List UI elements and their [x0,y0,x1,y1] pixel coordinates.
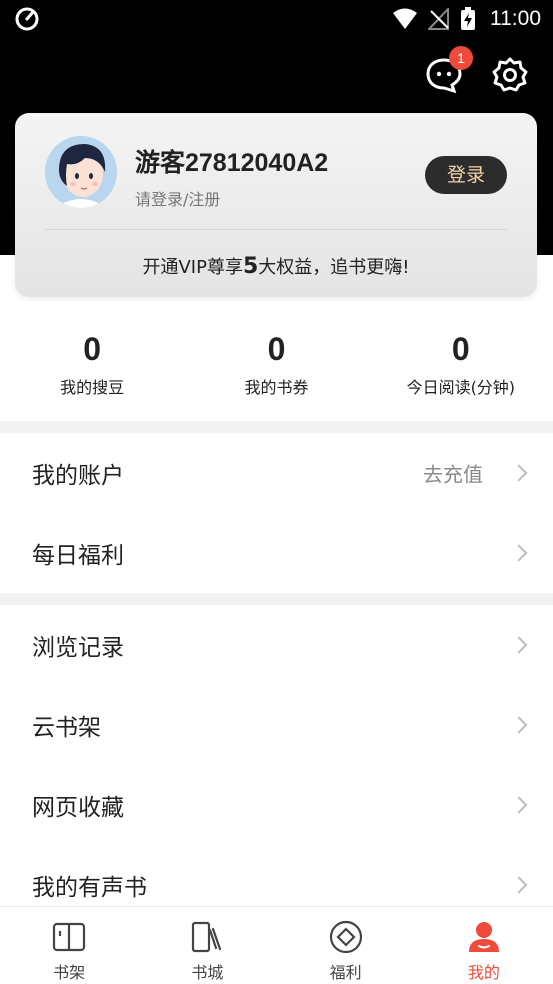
menu-item-browse-history[interactable]: 浏览记录 [0,605,553,685]
loading-icon [15,7,39,31]
login-button[interactable]: 登录 [425,156,507,194]
stat-value: 0 [83,331,102,367]
recharge-link[interactable]: 去充值 [423,459,483,488]
stat-value: 0 [451,331,470,367]
section-separator [0,593,553,605]
chevron-right-icon [510,716,528,734]
chevron-right-icon [510,544,528,562]
section-separator [0,421,553,433]
avatar[interactable] [45,136,117,208]
no-signal-icon [428,8,449,30]
welfare-icon [329,920,362,954]
nav-label: 书城 [191,963,224,982]
menu-item-label: 每日福利 [32,543,124,569]
nav-tab-bookshelf[interactable]: 书架 [0,907,138,984]
stats-row: 0 我的搜豆 0 我的书券 0 今日阅读(分钟) [0,330,553,400]
battery-charging-icon [461,7,475,30]
chevron-right-icon [510,636,528,654]
chevron-right-icon [510,464,528,482]
status-time: 11:00 [490,7,541,30]
vip-promo-prefix: 开通VIP尊享 [142,257,243,278]
bottom-navigation: 书架 书城 福利 我的 [0,906,553,984]
card-divider [45,229,507,230]
settings-button[interactable] [491,56,529,94]
stat-reading-minutes[interactable]: 0 今日阅读(分钟) [369,330,553,400]
menu-item-label: 网页收藏 [32,795,124,821]
login-hint[interactable]: 请登录/注册 [135,186,220,210]
menu-item-audiobooks[interactable]: 我的有声书 [0,845,553,906]
profile-card[interactable]: 游客27812040A2 请登录/注册 登录 开通VIP尊享5大权益，追书更嗨! [15,113,537,297]
settings-icon [492,57,528,92]
vip-promo[interactable]: 开通VIP尊享5大权益，追书更嗨! [15,253,537,279]
stat-book-vouchers[interactable]: 0 我的书券 [184,330,368,400]
menu-item-label: 我的有声书 [32,875,147,901]
nav-tab-profile[interactable]: 我的 [415,907,553,984]
stat-label: 我的搜豆 [60,378,125,397]
nav-tab-welfare[interactable]: 福利 [277,907,415,984]
bookshelf-icon [53,922,86,952]
menu-item-daily-welfare[interactable]: 每日福利 [0,513,553,593]
menu-item-label: 浏览记录 [32,635,124,661]
nav-tab-bookstore[interactable]: 书城 [138,907,276,984]
stat-label: 今日阅读(分钟) [406,378,516,397]
username: 游客27812040A2 [135,149,329,177]
profile-icon [468,922,499,952]
nav-label: 书架 [53,963,86,982]
nav-label: 我的 [467,963,500,982]
stat-value: 0 [267,331,286,367]
chevron-right-icon [510,876,528,894]
wifi-icon [393,8,417,29]
vip-promo-number: 5 [242,254,259,279]
message-button[interactable]: 1 [425,46,473,94]
menu-item-cloud-bookshelf[interactable]: 云书架 [0,685,553,765]
header-actions: 1 [425,46,529,94]
menu-item-label: 我的账户 [32,463,124,489]
avatar-illustration-icon [45,136,117,208]
nav-label: 福利 [329,963,362,982]
stat-soudou[interactable]: 0 我的搜豆 [0,330,184,400]
stat-label: 我的书券 [244,378,309,397]
menu-item-my-account[interactable]: 我的账户 去充值 [0,433,553,513]
chevron-right-icon [510,796,528,814]
vip-promo-suffix: 大权益，追书更嗨! [258,257,410,278]
bookstore-icon [192,921,222,953]
status-bar: 11:00 [0,0,553,38]
menu-item-web-favorites[interactable]: 网页收藏 [0,765,553,845]
message-badge: 1 [449,46,473,70]
menu-item-label: 云书架 [32,715,101,741]
